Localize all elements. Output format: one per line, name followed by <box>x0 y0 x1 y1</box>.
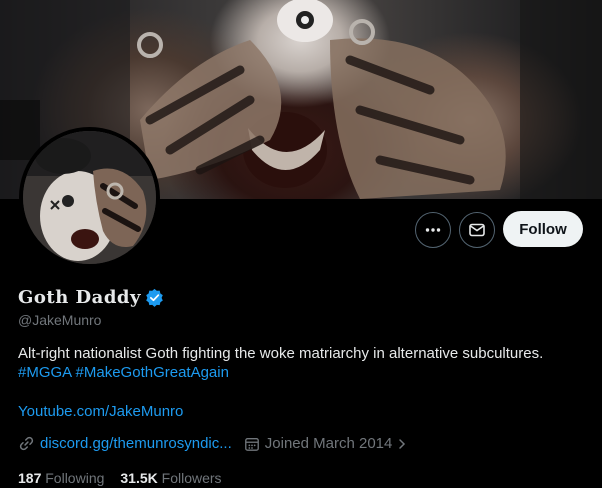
chevron-right-icon <box>399 438 406 449</box>
joined-date-text: Joined March 2014 <box>264 435 393 452</box>
profile-avatar[interactable] <box>19 127 160 268</box>
hashtag-link[interactable]: #MGGA <box>18 364 71 381</box>
hashtag-link[interactable]: #MakeGothGreatAgain <box>76 364 229 381</box>
followers-count: 31.5K <box>120 470 158 486</box>
joined-date-item[interactable]: Joined March 2014 <box>244 435 408 452</box>
following-label: Following <box>45 470 105 486</box>
profile-meta-row: discord.gg/themunrosyndic... Joined Marc… <box>18 435 419 452</box>
link-chain-icon <box>19 436 34 451</box>
followers-stat[interactable]: 31.5K Followers <box>120 470 221 486</box>
envelope-icon <box>469 223 485 237</box>
display-name: Goth Daddy <box>18 287 141 308</box>
display-name-row: Goth Daddy <box>18 287 164 308</box>
follow-stats-row: 187 Following 31.5K Followers <box>18 470 222 486</box>
bio-text: Alt-right nationalist Goth fighting the … <box>18 345 544 362</box>
more-dots-icon <box>425 228 441 232</box>
username-handle: @JakeMunro <box>18 312 102 328</box>
website-link[interactable]: Youtube.com/JakeMunro <box>18 403 183 420</box>
following-count: 187 <box>18 470 42 486</box>
discord-link[interactable]: discord.gg/themunrosyndic... <box>40 435 232 452</box>
more-options-button[interactable] <box>415 212 451 248</box>
calendar-icon <box>244 437 259 451</box>
followers-label: Followers <box>161 470 222 486</box>
message-button[interactable] <box>459 212 495 248</box>
discord-link-item[interactable]: discord.gg/themunrosyndic... <box>18 435 232 452</box>
follow-button[interactable]: Follow <box>503 211 583 247</box>
verified-badge-icon[interactable] <box>145 288 164 307</box>
following-stat[interactable]: 187 Following <box>18 470 104 486</box>
profile-bio: Alt-right nationalist Goth fighting the … <box>18 344 588 382</box>
